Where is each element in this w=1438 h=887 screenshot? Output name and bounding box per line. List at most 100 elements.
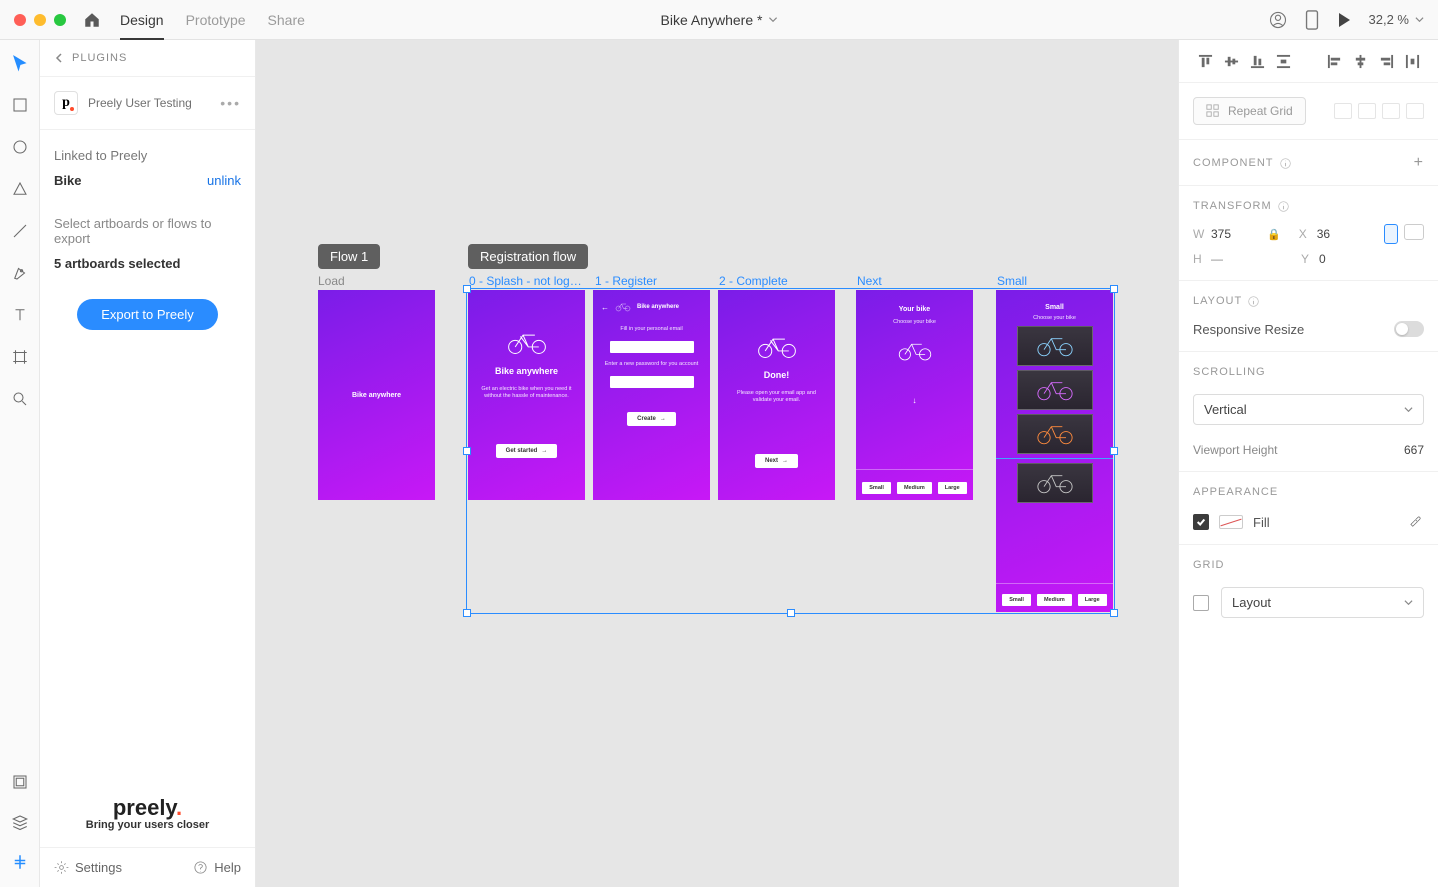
password-field[interactable] xyxy=(610,376,694,388)
op-add-icon[interactable] xyxy=(1334,103,1352,119)
bike-thumb-2[interactable] xyxy=(1017,370,1093,410)
artboard-small[interactable]: Small Choose your bike Small Medium Larg… xyxy=(996,290,1113,612)
help-button[interactable]: Help xyxy=(193,860,241,875)
flow-label-1[interactable]: Flow 1 xyxy=(318,244,380,269)
maximize-window-icon[interactable] xyxy=(54,14,66,26)
zoom-control[interactable]: 32,2 % xyxy=(1369,12,1424,27)
artboard-register[interactable]: ← Bike anywhere Fill in your personal em… xyxy=(593,290,710,500)
align-left-icon[interactable] xyxy=(1322,50,1346,72)
add-component-button[interactable]: + xyxy=(1414,154,1424,172)
text-tool[interactable] xyxy=(9,304,31,326)
ellipse-tool[interactable] xyxy=(9,136,31,158)
fill-checkbox[interactable] xyxy=(1193,514,1209,530)
align-vcenter-icon[interactable] xyxy=(1219,50,1243,72)
x-field[interactable]: X xyxy=(1299,227,1363,241)
export-button[interactable]: Export to Preely xyxy=(77,299,218,330)
portrait-icon[interactable] xyxy=(1384,224,1398,244)
distribute-v-icon[interactable] xyxy=(1271,50,1295,72)
size-small-button[interactable]: Small xyxy=(862,482,891,494)
vh-value[interactable]: 667 xyxy=(1404,443,1424,457)
device-preview-icon[interactable] xyxy=(1305,10,1319,30)
bike-thumb-4[interactable] xyxy=(1017,463,1093,503)
size-large-button[interactable]: Large xyxy=(1078,594,1107,606)
bike-thumb-1[interactable] xyxy=(1017,326,1093,366)
info-icon[interactable] xyxy=(1248,296,1259,307)
unlink-button[interactable]: unlink xyxy=(207,173,241,188)
settings-button[interactable]: Settings xyxy=(54,860,122,875)
document-title[interactable]: Bike Anywhere * xyxy=(661,12,778,28)
fill-swatch[interactable] xyxy=(1219,515,1243,529)
align-hcenter-icon[interactable] xyxy=(1348,50,1372,72)
size-large-button[interactable]: Large xyxy=(938,482,967,494)
eyedropper-icon[interactable] xyxy=(1409,515,1424,530)
pen-tool[interactable] xyxy=(9,262,31,284)
tab-share[interactable]: Share xyxy=(268,12,305,28)
lock-icon[interactable]: 🔒 xyxy=(1267,228,1281,241)
artboard-complete[interactable]: Done! Please open your email app and val… xyxy=(718,290,835,500)
artboard-tool[interactable] xyxy=(9,346,31,368)
grid-checkbox[interactable] xyxy=(1193,595,1209,611)
next-button[interactable]: Next→ xyxy=(755,454,798,468)
size-medium-button[interactable]: Medium xyxy=(897,482,932,494)
width-input[interactable] xyxy=(1211,227,1257,241)
artboard-next[interactable]: Your bike Choose your bike ↓ Small Mediu… xyxy=(856,290,973,500)
x-input[interactable] xyxy=(1317,227,1363,241)
grid-type-select[interactable]: Layout xyxy=(1221,587,1424,618)
tab-prototype[interactable]: Prototype xyxy=(186,12,246,28)
rectangle-tool[interactable] xyxy=(9,94,31,116)
flow-label-registration[interactable]: Registration flow xyxy=(468,244,588,269)
y-field[interactable]: Y xyxy=(1301,252,1365,266)
line-tool[interactable] xyxy=(9,220,31,242)
email-field[interactable] xyxy=(610,341,694,353)
bike-thumb-3[interactable] xyxy=(1017,414,1093,454)
transform-hy-row: H— Y xyxy=(1179,248,1438,281)
distribute-h-icon[interactable] xyxy=(1400,50,1424,72)
create-button[interactable]: Create→ xyxy=(627,412,676,426)
info-icon[interactable] xyxy=(1280,158,1291,169)
y-input[interactable] xyxy=(1319,252,1365,266)
height-field[interactable]: H— xyxy=(1193,252,1257,266)
artboard-name-load[interactable]: Load xyxy=(318,274,345,288)
op-exclude-icon[interactable] xyxy=(1406,103,1424,119)
artboard-name-small[interactable]: Small xyxy=(997,274,1027,288)
play-icon[interactable] xyxy=(1337,12,1351,28)
avatar-icon[interactable] xyxy=(1269,11,1287,29)
get-started-button[interactable]: Get started→ xyxy=(496,444,558,458)
polygon-tool[interactable] xyxy=(9,178,31,200)
landscape-icon[interactable] xyxy=(1404,224,1424,240)
artboard-name-splash[interactable]: 0 - Splash - not logg… xyxy=(469,274,587,288)
close-window-icon[interactable] xyxy=(14,14,26,26)
plugin-panel-header[interactable]: PLUGINS xyxy=(40,40,255,77)
align-bottom-icon[interactable] xyxy=(1245,50,1269,72)
layers-icon[interactable] xyxy=(9,811,31,833)
artboard-splash[interactable]: Bike anywhere Get an electric bike when … xyxy=(468,290,585,500)
plugins-icon[interactable] xyxy=(9,851,31,873)
info-icon[interactable] xyxy=(1278,201,1289,212)
op-intersect-icon[interactable] xyxy=(1382,103,1400,119)
home-icon[interactable] xyxy=(82,11,102,29)
artboard-load[interactable]: Bike anywhere xyxy=(318,290,435,500)
repeat-grid-button[interactable]: Repeat Grid xyxy=(1193,97,1306,125)
op-sub-icon[interactable] xyxy=(1358,103,1376,119)
assets-icon[interactable] xyxy=(9,771,31,793)
size-selector: Small Medium Large xyxy=(996,588,1113,612)
align-right-icon[interactable] xyxy=(1374,50,1398,72)
back-arrow-icon[interactable]: ← xyxy=(601,303,609,312)
minimize-window-icon[interactable] xyxy=(34,14,46,26)
canvas[interactable]: Flow 1 Registration flow Load 0 - Splash… xyxy=(256,40,1178,887)
plugin-menu-button[interactable]: ••• xyxy=(220,95,241,111)
select-tool[interactable] xyxy=(9,52,31,74)
width-field[interactable]: W xyxy=(1193,227,1257,241)
scroll-direction-select[interactable]: Vertical xyxy=(1193,394,1424,425)
tab-design[interactable]: Design xyxy=(120,12,164,40)
bike-icon xyxy=(756,334,798,360)
artboard-name-register[interactable]: 1 - Register xyxy=(595,274,657,288)
resize-toggle[interactable] xyxy=(1394,321,1424,337)
size-medium-button[interactable]: Medium xyxy=(1037,594,1072,606)
align-top-icon[interactable] xyxy=(1193,50,1217,72)
zoom-tool[interactable] xyxy=(9,388,31,410)
artboard-name-next[interactable]: Next xyxy=(857,274,882,288)
project-name: Bike xyxy=(54,173,81,188)
artboard-name-complete[interactable]: 2 - Complete xyxy=(719,274,788,288)
size-small-button[interactable]: Small xyxy=(1002,594,1031,606)
